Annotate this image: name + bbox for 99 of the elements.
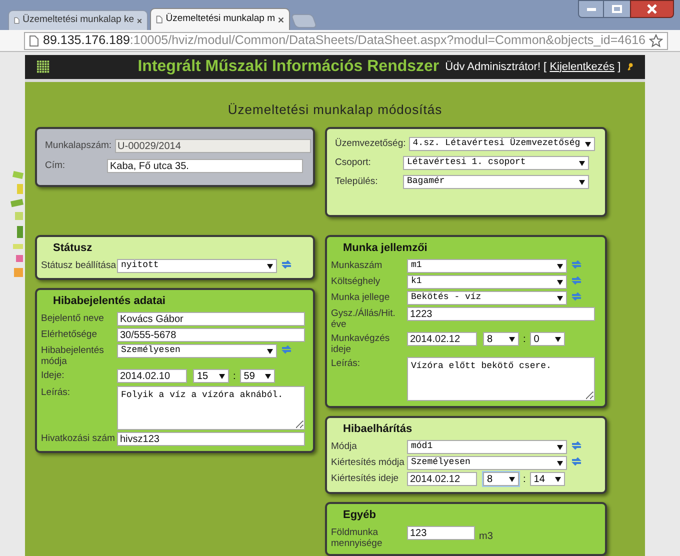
input-field[interactable]: hivsz123 [117,432,305,446]
new-tab-button[interactable] [290,14,318,28]
caret-icon [509,476,515,482]
caret-icon [554,336,561,342]
refresh-icon[interactable] [571,291,582,302]
refresh-icon[interactable] [571,456,582,467]
close-icon[interactable] [137,16,142,24]
caret-icon [554,476,561,482]
text-area[interactable]: Folyik a víz a vízóra aknából. [117,386,305,430]
field-label: Cím: [45,159,66,171]
field-label: Munkaszám [331,259,384,271]
field-label: Módja [331,440,358,452]
field-label: Üzemvezetőség: [335,137,407,149]
page-icon [14,15,20,26]
logout-link[interactable]: Kijelentkezés [550,60,615,73]
dropdown[interactable]: Személyesen [407,456,567,470]
app-title: Integrált Műszaki Információs Rendszer [138,57,440,77]
caret-icon [579,160,585,166]
minimize-button[interactable] [578,0,604,18]
caret-icon [219,374,225,378]
dropdown[interactable]: 15 [193,369,229,383]
refresh-icon[interactable] [571,259,582,270]
date-field[interactable]: 2014.02.12 [407,472,477,486]
page-icon [156,14,163,25]
dropdown[interactable]: 8 [483,332,519,346]
input-field[interactable]: 1223 [407,307,595,321]
caret-icon [557,280,563,284]
caret-icon [557,296,563,300]
dropdown[interactable]: Bekötés - víz [407,291,567,305]
panel-heading: Egyéb [342,509,378,522]
dropdown[interactable]: m1 [407,259,567,273]
unit-label: m3 [479,530,493,544]
caret-icon [267,264,273,268]
field-label: Kiértesítés ideje [331,472,400,484]
caret-icon [264,374,271,378]
caret-icon [557,264,563,268]
page-icon [29,34,39,46]
dropdown[interactable]: Létavértesi 1. csoport [403,156,589,170]
field-label: Munka jellege [331,291,391,303]
input-field[interactable]: Kaba, Fő utca 35. [107,159,303,173]
panel-heading: Munka jellemzői [342,242,428,255]
time-separator: : [523,473,526,487]
field-label: Hibabejelentés módja [41,344,105,367]
refresh-icon[interactable] [281,344,292,355]
field-label: Munkalapszám: [45,139,113,151]
refresh-icon[interactable] [281,259,292,270]
maximize-button[interactable] [604,0,630,18]
page-title: Üzemeltetési munkalap módosítás [226,100,444,119]
field-label: Gysz./Állás/Hit. éve [331,307,396,330]
field-label: Település: [335,175,379,187]
caret-icon [509,336,515,342]
close-icon [647,4,657,14]
dropdown[interactable]: 8 [483,472,519,486]
dropdown[interactable]: mód1 [407,440,567,454]
panel-heading: Hibaelhárítás [342,423,414,436]
greeting-text: Üdv Adminisztrátor! [ Kijelentkezés ] [445,60,621,75]
field-label: Elérhetősége [41,328,98,340]
time-separator: : [233,370,236,384]
close-button[interactable] [630,0,674,18]
caret-icon [267,348,273,354]
field-label: Ideje: [41,369,66,381]
field-label: Státusz beállítása [41,259,117,271]
caret-icon [579,180,585,184]
browser-tab[interactable]: Üzemeltetési munkalap m [150,8,290,30]
field-label: Leírás: [331,357,362,369]
caret-icon [584,142,591,146]
dropdown[interactable]: 4.sz. Létavértesi Üzemvezetőség [408,137,595,151]
text-area[interactable]: Vízóra előtt bekötő csere. [407,357,595,401]
dropdown[interactable]: Személyesen [117,344,277,358]
close-icon[interactable] [278,16,284,24]
dropdown[interactable]: Bagamér [403,175,589,189]
dropdown[interactable]: nyitott [117,259,277,273]
field-label: Költséghely [331,275,382,287]
browser-tab[interactable]: Üzemeltetési munkalap ke [8,10,148,30]
refresh-icon[interactable] [571,275,582,286]
dropdown[interactable]: k1 [407,275,567,289]
date-field[interactable]: 2014.02.10 [117,369,187,383]
refresh-icon[interactable] [571,440,582,451]
star-icon[interactable] [649,34,664,48]
caret-icon [557,460,563,466]
input-field[interactable]: 30/555-5678 [117,328,305,342]
field-label: Munkavégzés ideje [331,332,391,355]
dropdown[interactable]: 59 [240,369,275,383]
dropdown[interactable]: 0 [530,332,565,346]
input-field[interactable]: 123 [407,526,475,540]
dropdown[interactable]: 14 [530,472,565,486]
field-label: Leírás: [41,386,72,398]
field-label: Kiértesítés módja [331,456,406,468]
date-field[interactable]: 2014.02.12 [407,332,477,346]
time-separator: : [523,333,526,347]
input-field[interactable]: Kovács Gábor [117,312,305,326]
caret-icon [557,444,563,450]
field-label: Földmunka mennyisége [331,526,384,549]
panel-heading: Hibabejelentés adatai [52,295,166,308]
panel-heading: Státusz [52,242,94,255]
field-label: Bejelentő neve [41,312,105,324]
input-field[interactable]: U-00029/2014 [114,139,311,153]
field-label: Hivatkozási szám [41,432,116,444]
field-label: Csoport: [335,156,372,168]
